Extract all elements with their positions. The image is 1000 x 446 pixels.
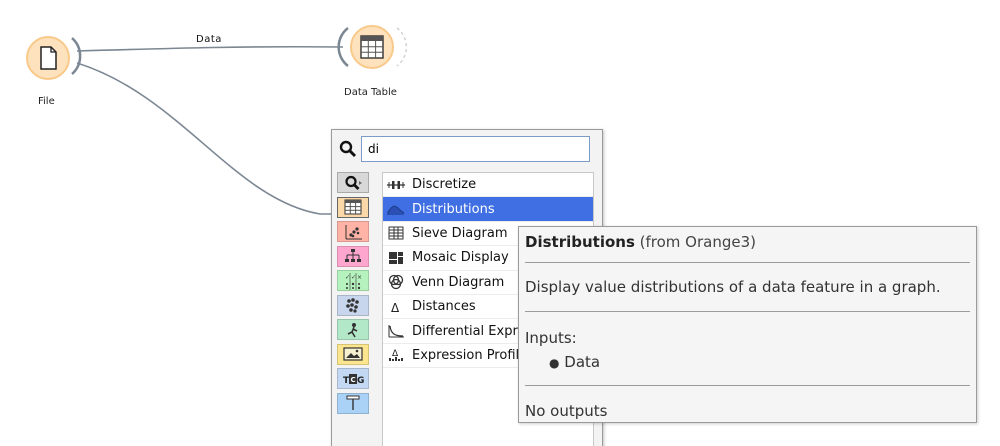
tree-icon xyxy=(343,248,363,264)
tooltip-inputs-title: Inputs: xyxy=(525,329,577,347)
category-tab-unsupervised[interactable] xyxy=(337,294,369,316)
sieve-icon xyxy=(386,224,406,242)
tooltip-divider xyxy=(525,385,970,386)
svg-text:✓: ✓ xyxy=(351,274,356,281)
category-tab-search[interactable] xyxy=(337,172,369,193)
search-input[interactable] xyxy=(361,136,590,162)
data-table-node[interactable] xyxy=(350,25,394,69)
tooltip-divider xyxy=(525,311,970,312)
figure-icon xyxy=(343,322,363,338)
tooltip-outputs: No outputs xyxy=(525,402,608,420)
distributions-icon xyxy=(386,200,406,218)
table-icon xyxy=(360,35,384,59)
tooltip-divider xyxy=(525,262,970,263)
svg-text:G: G xyxy=(357,376,364,386)
svg-text:×: × xyxy=(357,274,362,281)
category-tab-evaluate[interactable]: ✓ ✓ × xyxy=(337,270,369,291)
widget-list-item[interactable]: Discretize xyxy=(383,173,593,198)
tooltip-widget-source: (from Orange3) xyxy=(639,233,757,251)
search-icon xyxy=(337,136,359,162)
widget-list-item-label: Distances xyxy=(412,299,476,315)
svg-text:✓: ✓ xyxy=(345,274,350,281)
category-tab-bioinformatics[interactable] xyxy=(337,319,369,340)
tooltip-widget-name: Distributions xyxy=(525,233,635,251)
tooltip-input-label: Data xyxy=(564,353,601,371)
category-tabs: ✓ ✓ × T C G xyxy=(337,172,373,417)
category-tab-data[interactable] xyxy=(337,196,369,218)
mosaic-icon xyxy=(386,249,406,267)
category-tab-visualize[interactable] xyxy=(337,221,369,242)
file-output-anchor[interactable] xyxy=(71,37,82,75)
widget-list-item-label: Expression Profiles xyxy=(412,347,534,363)
link-file-to-data-table[interactable] xyxy=(76,45,344,52)
curve-icon xyxy=(386,322,406,340)
quick-menu-search-row xyxy=(337,136,593,163)
tooltip-input-item: ● Data xyxy=(549,353,600,371)
svg-text:T: T xyxy=(343,376,350,386)
file-node-label: File xyxy=(38,96,55,107)
widget-list-item-label: Sieve Diagram xyxy=(412,225,508,241)
confusion-matrix-icon: ✓ ✓ × xyxy=(343,272,363,290)
link-label: Data xyxy=(196,34,222,45)
svg-text:Δ: Δ xyxy=(391,301,400,315)
expression-icon: Δ xyxy=(386,346,406,364)
table-icon xyxy=(343,199,363,215)
svg-text:C: C xyxy=(351,376,356,384)
bullet-icon: ● xyxy=(549,356,560,370)
widget-icon xyxy=(343,395,363,411)
widget-list-item-label: Distributions xyxy=(412,201,495,217)
document-icon xyxy=(40,46,57,70)
search-icon xyxy=(344,175,362,191)
tooltip-title: Distributions (from Orange3) xyxy=(525,233,756,251)
category-tab-model[interactable] xyxy=(337,245,369,267)
delta-icon: Δ xyxy=(386,298,406,316)
category-tab-text-mining[interactable]: TCG xyxy=(337,368,369,389)
workflow-canvas[interactable]: Data File Data Table di ✓ ✓ × T C G Disc… xyxy=(0,0,1000,446)
tooltip-description: Display value distributions of a data fe… xyxy=(525,278,941,296)
image-icon xyxy=(342,346,364,362)
link-file-to-quickmenu[interactable] xyxy=(76,62,340,215)
category-tab-image-analytics[interactable] xyxy=(337,343,369,365)
widget-list-item-label: Mosaic Display xyxy=(412,250,509,266)
widget-list-item-label: Discretize xyxy=(412,177,477,193)
widget-tooltip: Distributions (from Orange3) Display val… xyxy=(518,226,977,423)
category-tab-other[interactable] xyxy=(337,392,369,414)
tcg-icon: TCG xyxy=(342,371,364,387)
cluster-icon xyxy=(343,297,363,313)
data-table-output-anchor[interactable] xyxy=(396,27,408,67)
data-table-node-label: Data Table xyxy=(344,87,397,98)
widget-list-item[interactable]: Distributions xyxy=(383,197,593,222)
file-node[interactable] xyxy=(26,36,70,80)
scatter-icon xyxy=(343,224,363,240)
widget-list-item-label: Venn Diagram xyxy=(412,274,505,290)
venn-icon xyxy=(386,273,406,291)
discretize-icon xyxy=(386,176,406,194)
